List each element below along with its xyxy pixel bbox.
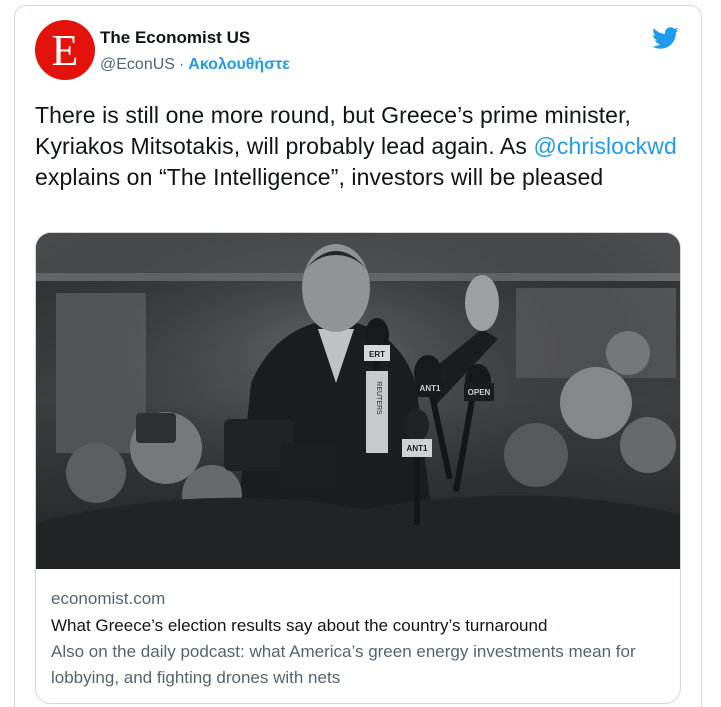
article-photo[interactable]: ERT REUTERS ANT1 OPEN ANT1	[36, 233, 681, 569]
mention-link[interactable]: @chrislockwd	[533, 133, 676, 159]
author-handle[interactable]: @EconUS	[100, 56, 175, 73]
tweet-text-part2: explains on “The Intelligence”, investor…	[35, 164, 604, 190]
twitter-bird-icon[interactable]	[649, 24, 681, 52]
link-preview-card[interactable]: ERT REUTERS ANT1 OPEN ANT1 economist.com…	[35, 232, 681, 704]
card-description: Also on the daily podcast: what America’…	[51, 642, 636, 687]
author-meta: @EconUS · Ακολουθήστε	[100, 56, 290, 74]
tweet-text: There is still one more round, but Greec…	[35, 100, 685, 193]
follow-button[interactable]: Ακολουθήστε	[188, 56, 290, 73]
author-avatar[interactable]: E	[35, 20, 95, 80]
card-meta: economist.com What Greece’s election res…	[51, 588, 671, 691]
card-title[interactable]: What Greece’s election results say about…	[51, 615, 671, 637]
tweet-card[interactable]: E The Economist US @EconUS · Ακολουθήστε T…	[14, 5, 702, 707]
separator-dot: ·	[178, 56, 185, 73]
card-domain[interactable]: economist.com	[51, 588, 671, 610]
avatar-logo-letter: E	[51, 26, 79, 75]
author-name[interactable]: The Economist US	[100, 28, 250, 48]
